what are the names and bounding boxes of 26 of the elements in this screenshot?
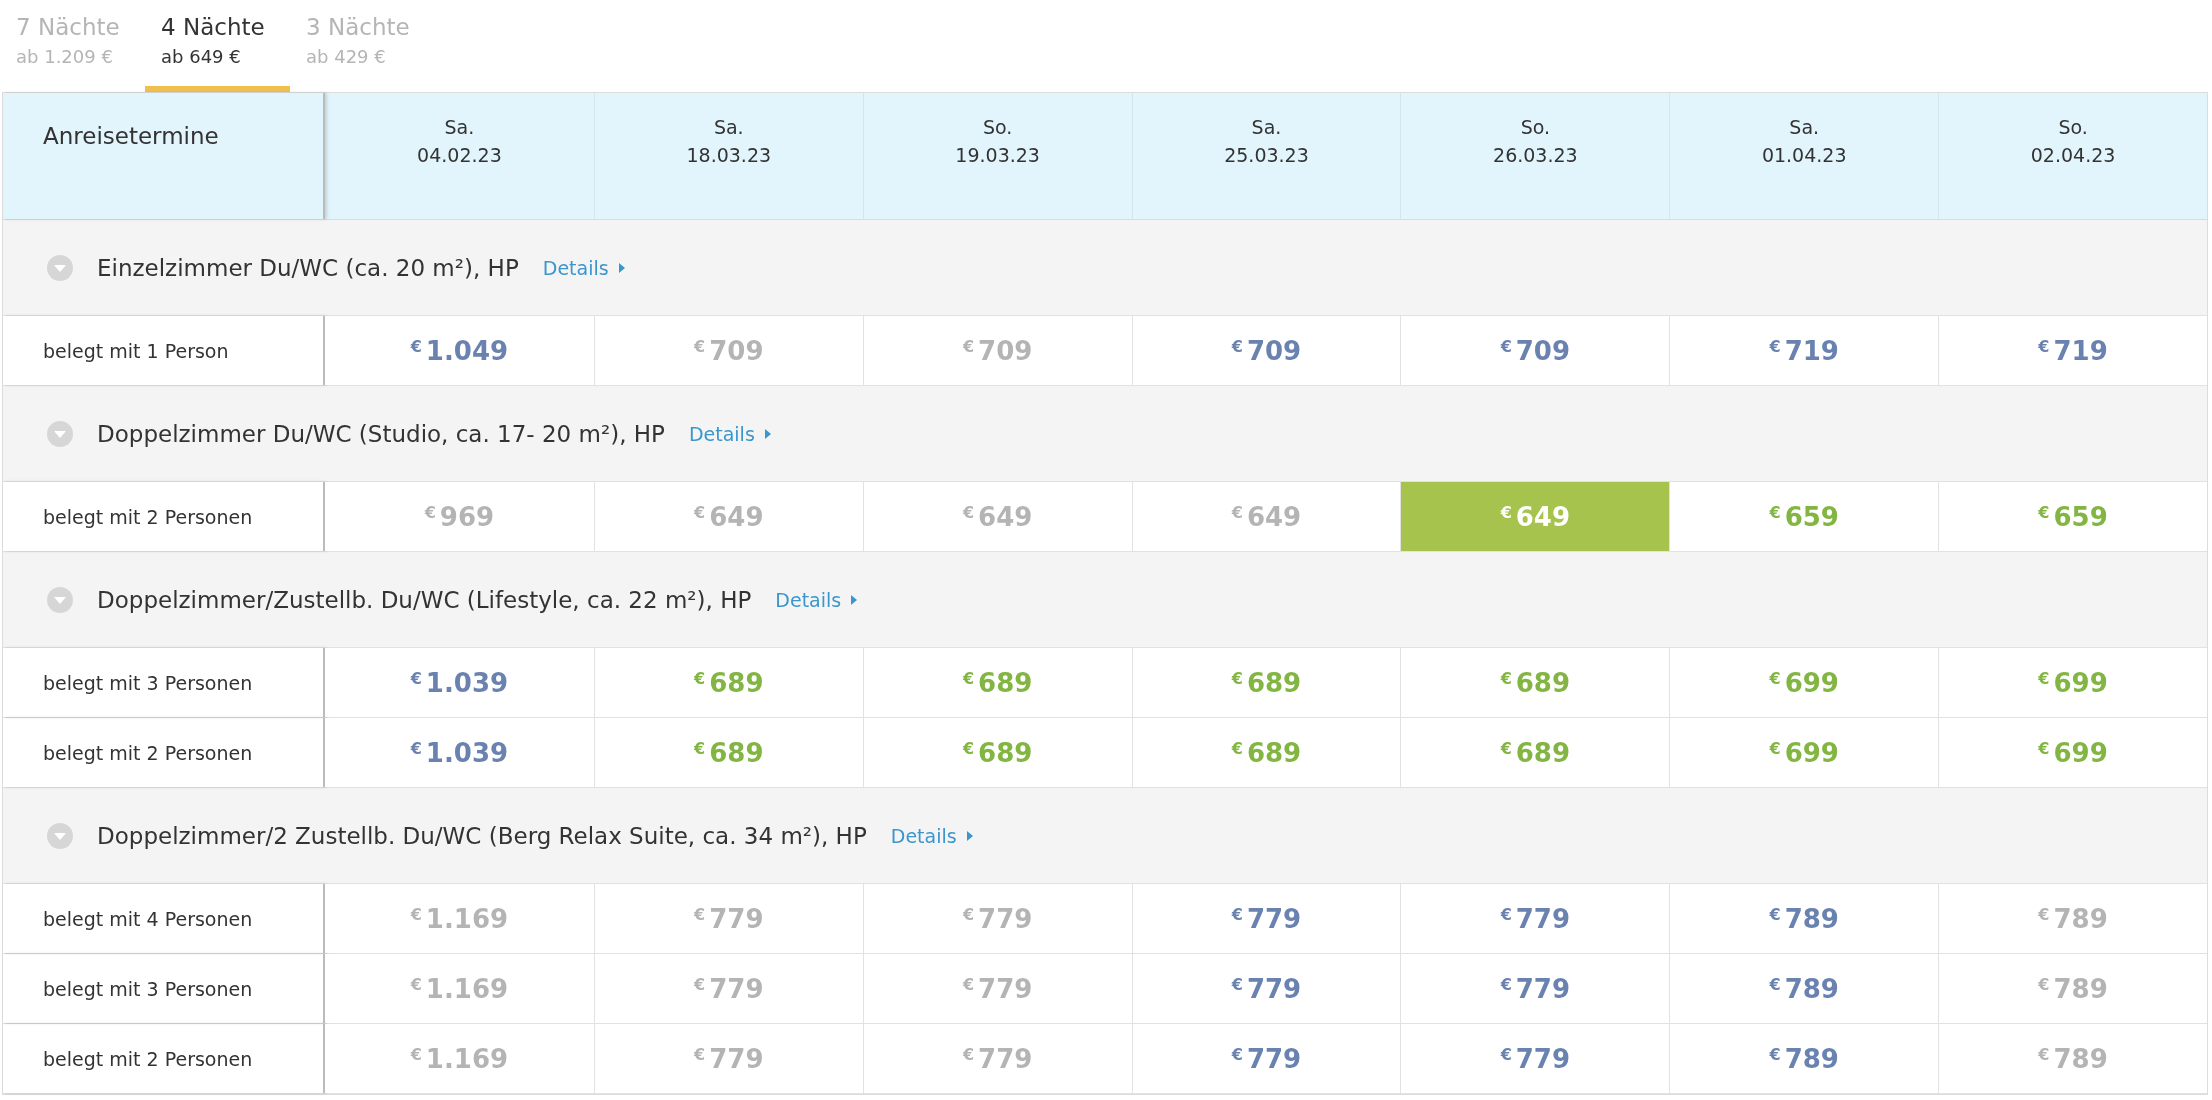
- caret-icon: [618, 262, 625, 273]
- date-header: Sa. 25.03.23: [1131, 93, 1401, 219]
- room-title: Einzelzimmer Du/WC (ca. 20 m²), HP: [97, 254, 519, 281]
- date-header: So. 02.04.23: [1938, 93, 2207, 219]
- caret-icon: [851, 594, 858, 605]
- details-link[interactable]: Details: [890, 824, 973, 847]
- details-link[interactable]: Details: [542, 256, 625, 279]
- collapse-toggle-icon[interactable]: [47, 254, 73, 281]
- price-cell[interactable]: $^{€}$649: [1400, 482, 1670, 551]
- details-link[interactable]: Details: [775, 588, 858, 611]
- date-header: So. 19.03.23: [862, 93, 1132, 219]
- room-title: Doppelzimmer Du/WC (Studio, ca. 17- 20 m²), HP: [97, 420, 665, 447]
- caret-icon: [966, 830, 973, 841]
- collapse-toggle-icon[interactable]: [47, 586, 73, 613]
- room-title: Doppelzimmer/2 Zustellb. Du/WC (Berg Relax Suite, ca. 34 m²), HP: [97, 822, 867, 849]
- nights-tab[interactable]: 3 Nächte ab 429 €: [290, 0, 435, 92]
- details-link[interactable]: Details: [688, 422, 771, 445]
- nights-tab[interactable]: 7 Nächte ab 1.209 €: [0, 0, 145, 92]
- collapse-toggle-icon[interactable]: [47, 420, 73, 447]
- room-title: Doppelzimmer/Zustellb. Du/WC (Lifestyle, ca. 22 m²), HP: [97, 586, 752, 613]
- date-header: Sa. 04.02.23: [416, 115, 503, 168]
- date-header: So. 26.03.23: [1400, 93, 1670, 219]
- collapse-toggle-icon[interactable]: [47, 822, 73, 849]
- date-header: Sa. 01.04.23: [1669, 93, 1939, 219]
- date-header: Sa. 18.03.23: [593, 93, 863, 219]
- caret-icon: [764, 428, 771, 439]
